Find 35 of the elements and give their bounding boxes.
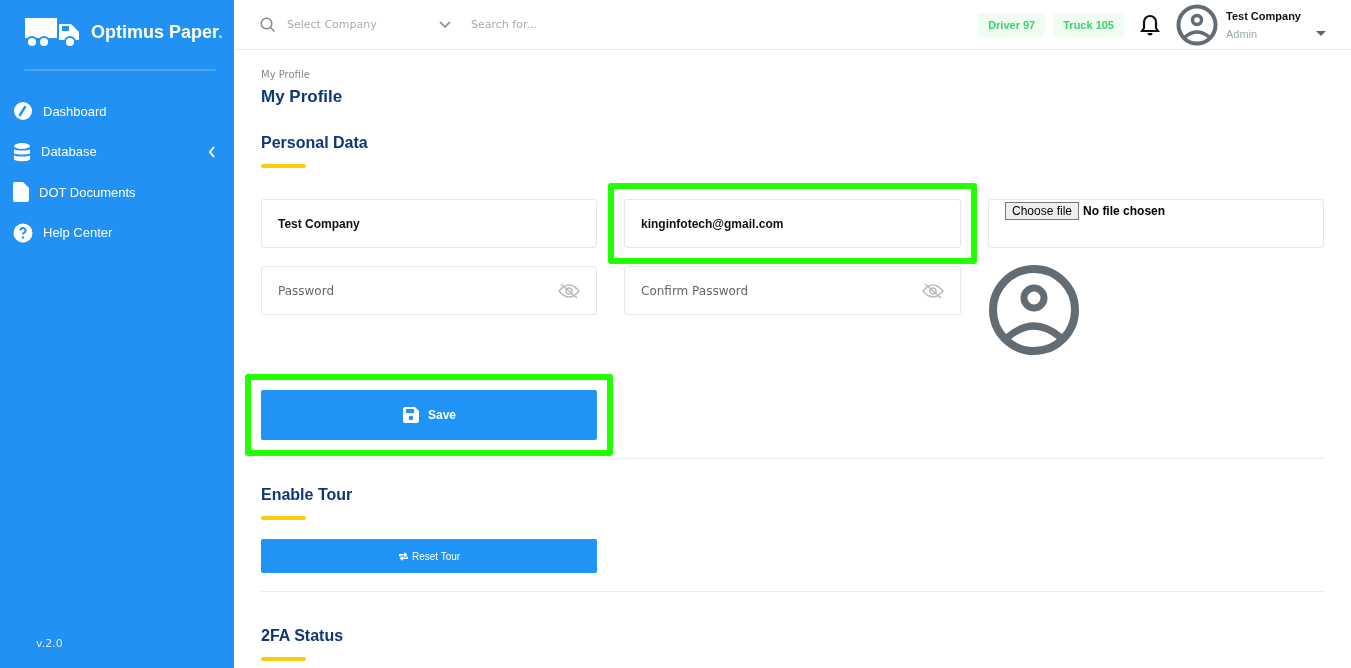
- avatar-icon[interactable]: [1176, 3, 1218, 46]
- search-icon: [260, 16, 276, 33]
- count-badge[interactable]: Driver 97: [978, 12, 1046, 37]
- profile-picture-icon: [988, 264, 1080, 356]
- section-heading: Enable Tour: [261, 486, 353, 504]
- section-heading: 2FA Status: [261, 627, 344, 645]
- database-icon: [13, 141, 31, 162]
- email-field[interactable]: kinginfotech@gmail.com: [624, 199, 961, 248]
- user-role: Admin: [1226, 27, 1258, 40]
- reset-tour-button[interactable]: Reset Tour: [261, 539, 597, 573]
- save-button[interactable]: Save: [261, 390, 597, 440]
- gauge-icon: [13, 101, 33, 122]
- breadcrumb[interactable]: My Profile: [261, 69, 310, 80]
- sidebar-item[interactable]: Database: [0, 131, 234, 172]
- name-field[interactable]: Test Company: [261, 199, 597, 248]
- version-label: v.2.0: [35, 637, 64, 652]
- sidebar-item[interactable]: Help Center: [0, 212, 234, 253]
- refresh-icon: [397, 550, 409, 562]
- password-field[interactable]: Password: [261, 266, 597, 315]
- file-icon: [13, 182, 29, 203]
- sidebar-item[interactable]: Dashboard: [0, 91, 234, 132]
- user-name: Test Company: [1226, 9, 1302, 22]
- choose-file-button[interactable]: Choose file: [1005, 202, 1080, 220]
- confirm-password-field[interactable]: Confirm Password: [624, 266, 961, 315]
- caret-icon[interactable]: [1316, 30, 1326, 37]
- page-title: My Profile: [261, 87, 343, 107]
- brand-name: Optimus Paper.: [91, 21, 224, 43]
- bell-icon[interactable]: [1140, 13, 1160, 36]
- help-icon: [13, 222, 33, 243]
- company-select[interactable]: Select Company: [287, 18, 451, 31]
- section-heading: Personal Data: [261, 134, 368, 152]
- chevron-down-icon: [439, 20, 451, 29]
- count-badge[interactable]: Truck 105: [1053, 12, 1124, 37]
- file-status: No file chosen: [1083, 203, 1166, 220]
- sidebar-item[interactable]: DOT Documents: [0, 172, 234, 213]
